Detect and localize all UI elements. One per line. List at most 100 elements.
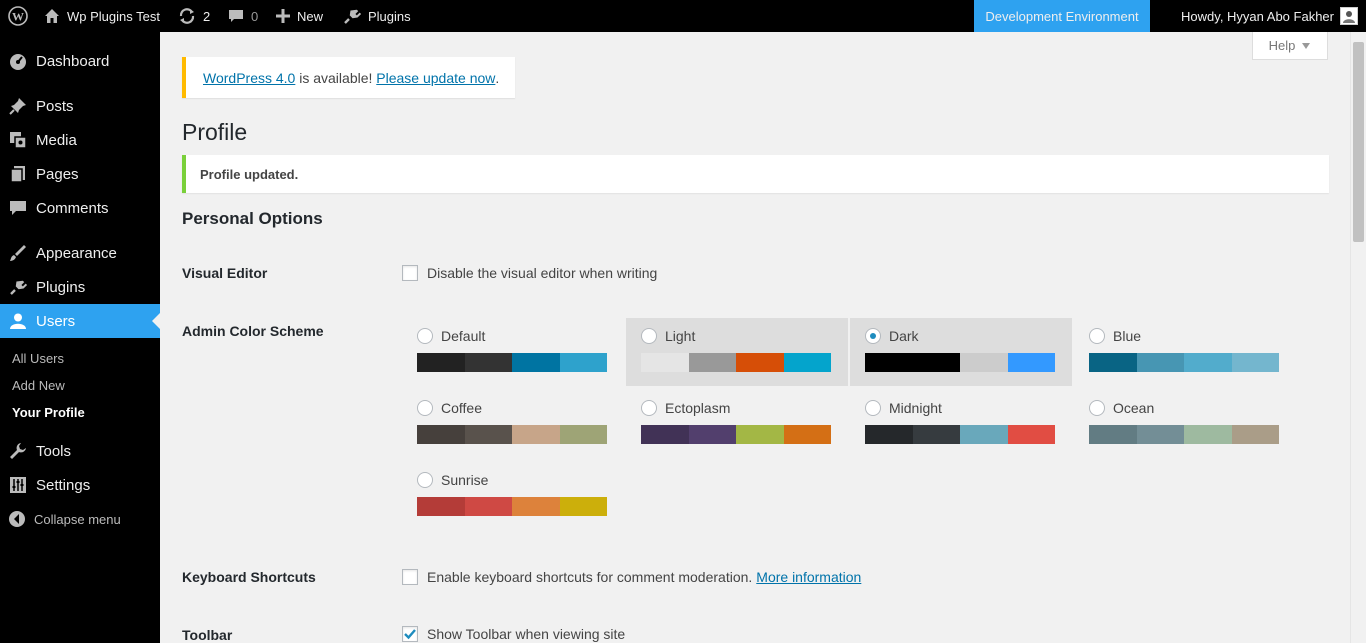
color-swatch bbox=[464, 497, 512, 516]
scheme-radio[interactable] bbox=[417, 328, 433, 344]
plug-icon bbox=[343, 7, 361, 25]
scheme-radio[interactable] bbox=[417, 400, 433, 416]
updates-link[interactable]: 2 bbox=[178, 0, 210, 32]
plus-icon bbox=[276, 9, 290, 23]
new-content-link[interactable]: New bbox=[276, 0, 323, 32]
wordpress-logo-button[interactable]: W bbox=[8, 0, 28, 32]
scheme-light[interactable]: Light bbox=[626, 318, 848, 386]
environment-label: Development Environment bbox=[985, 8, 1139, 24]
admin-color-scheme-label: Admin Color Scheme bbox=[182, 323, 324, 339]
environment-badge: Development Environment bbox=[974, 0, 1150, 32]
scheme-radio[interactable] bbox=[865, 400, 881, 416]
menu-settings[interactable]: Settings bbox=[0, 468, 160, 502]
more-information-link[interactable]: More information bbox=[756, 569, 861, 585]
comments-link[interactable]: 0 bbox=[228, 0, 258, 32]
scheme-name: Ocean bbox=[1113, 400, 1155, 416]
color-swatch bbox=[641, 353, 689, 372]
scheme-swatches bbox=[641, 353, 831, 372]
scheme-ocean[interactable]: Ocean bbox=[1074, 390, 1296, 458]
color-swatch bbox=[688, 353, 736, 372]
color-swatch bbox=[960, 425, 1008, 444]
wordpress-version-link[interactable]: WordPress 4.0 bbox=[203, 70, 295, 86]
scheme-radio[interactable] bbox=[417, 472, 433, 488]
scheme-swatches bbox=[865, 425, 1055, 444]
color-swatch bbox=[865, 353, 913, 372]
color-swatch bbox=[688, 425, 736, 444]
update-nag-text: is available! bbox=[295, 69, 377, 86]
scheme-radio[interactable] bbox=[865, 328, 881, 344]
color-swatch bbox=[417, 497, 465, 516]
scheme-dark[interactable]: Dark bbox=[850, 318, 1072, 386]
scheme-coffee[interactable]: Coffee bbox=[402, 390, 624, 458]
scheme-blue[interactable]: Blue bbox=[1074, 318, 1296, 386]
submenu-your-profile[interactable]: Your Profile bbox=[12, 405, 85, 420]
collapse-label: Collapse menu bbox=[34, 511, 121, 527]
menu-label: Plugins bbox=[36, 278, 86, 296]
color-swatch bbox=[912, 425, 960, 444]
menu-label: Media bbox=[36, 131, 77, 149]
scheme-radio[interactable] bbox=[641, 400, 657, 416]
keyboard-shortcuts-checkbox[interactable] bbox=[402, 569, 418, 585]
help-label: Help bbox=[1268, 38, 1296, 53]
scheme-radio[interactable] bbox=[1089, 328, 1105, 344]
keyboard-shortcuts-checkbox-label: Enable keyboard shortcuts for comment mo… bbox=[427, 569, 753, 585]
menu-comments[interactable]: Comments bbox=[0, 191, 160, 225]
menu-label: Tools bbox=[36, 442, 72, 460]
color-swatch bbox=[559, 497, 607, 516]
admin-bar: W Wp Plugins Test 2 0 New Plugins Develo… bbox=[0, 0, 1366, 32]
menu-appearance[interactable]: Appearance bbox=[0, 236, 160, 270]
visual-editor-option[interactable]: Disable the visual editor when writing bbox=[402, 265, 657, 281]
color-swatch bbox=[559, 425, 607, 444]
menu-label: Pages bbox=[36, 165, 79, 183]
menu-dashboard[interactable]: Dashboard bbox=[0, 44, 160, 78]
my-account-link[interactable]: Howdy, Hyyan Abo Fakher bbox=[1181, 0, 1358, 32]
menu-users[interactable]: Users bbox=[0, 304, 160, 338]
home-icon bbox=[44, 8, 60, 24]
color-swatch bbox=[912, 353, 960, 372]
disable-visual-editor-checkbox[interactable] bbox=[402, 265, 418, 281]
menu-pages[interactable]: Pages bbox=[0, 157, 160, 191]
user-icon bbox=[0, 312, 36, 330]
submenu-all-users[interactable]: All Users bbox=[12, 351, 64, 366]
color-swatch bbox=[417, 425, 465, 444]
scheme-ectoplasm[interactable]: Ectoplasm bbox=[626, 390, 848, 458]
collapse-menu-button[interactable]: Collapse menu bbox=[8, 510, 121, 528]
visual-editor-label: Visual Editor bbox=[182, 265, 268, 281]
comments-count: 0 bbox=[251, 8, 259, 24]
color-swatch bbox=[1007, 353, 1055, 372]
page-scrollbar[interactable] bbox=[1350, 32, 1366, 643]
scheme-default[interactable]: Default bbox=[402, 318, 624, 386]
menu-tools[interactable]: Tools bbox=[0, 434, 160, 468]
site-name-link[interactable]: Wp Plugins Test bbox=[44, 0, 160, 32]
scheme-midnight[interactable]: Midnight bbox=[850, 390, 1072, 458]
update-now-link[interactable]: Please update now bbox=[376, 70, 495, 86]
menu-posts[interactable]: Posts bbox=[0, 89, 160, 123]
site-name: Wp Plugins Test bbox=[67, 8, 160, 24]
show-toolbar-checkbox[interactable] bbox=[402, 626, 418, 642]
color-swatch bbox=[736, 425, 784, 444]
avatar bbox=[1340, 7, 1358, 25]
scheme-sunrise[interactable]: Sunrise bbox=[402, 462, 624, 530]
dashboard-icon bbox=[0, 52, 36, 70]
scheme-swatches bbox=[417, 353, 607, 372]
scheme-radio[interactable] bbox=[641, 328, 657, 344]
color-swatch bbox=[1089, 425, 1137, 444]
wordpress-logo-icon: W bbox=[8, 6, 28, 26]
submenu-add-new[interactable]: Add New bbox=[12, 378, 65, 393]
svg-text:W: W bbox=[12, 10, 24, 24]
brush-icon bbox=[0, 244, 36, 262]
toolbar-option[interactable]: Show Toolbar when viewing site bbox=[402, 626, 625, 642]
scheme-swatches bbox=[417, 497, 607, 516]
scrollbar-thumb[interactable] bbox=[1353, 42, 1364, 242]
menu-plugins[interactable]: Plugins bbox=[0, 270, 160, 304]
menu-media[interactable]: Media bbox=[0, 123, 160, 157]
keyboard-shortcuts-option[interactable]: Enable keyboard shortcuts for comment mo… bbox=[402, 569, 861, 585]
help-tab-button[interactable]: Help bbox=[1252, 32, 1328, 60]
plugins-link[interactable]: Plugins bbox=[343, 0, 411, 32]
avatar-icon bbox=[1343, 11, 1355, 23]
menu-label: Settings bbox=[36, 476, 91, 494]
visual-editor-checkbox-label: Disable the visual editor when writing bbox=[427, 265, 658, 281]
scheme-radio[interactable] bbox=[1089, 400, 1105, 416]
admin-menu: Dashboard Posts Media Pages Comments App… bbox=[0, 32, 160, 643]
color-swatch bbox=[464, 353, 512, 372]
